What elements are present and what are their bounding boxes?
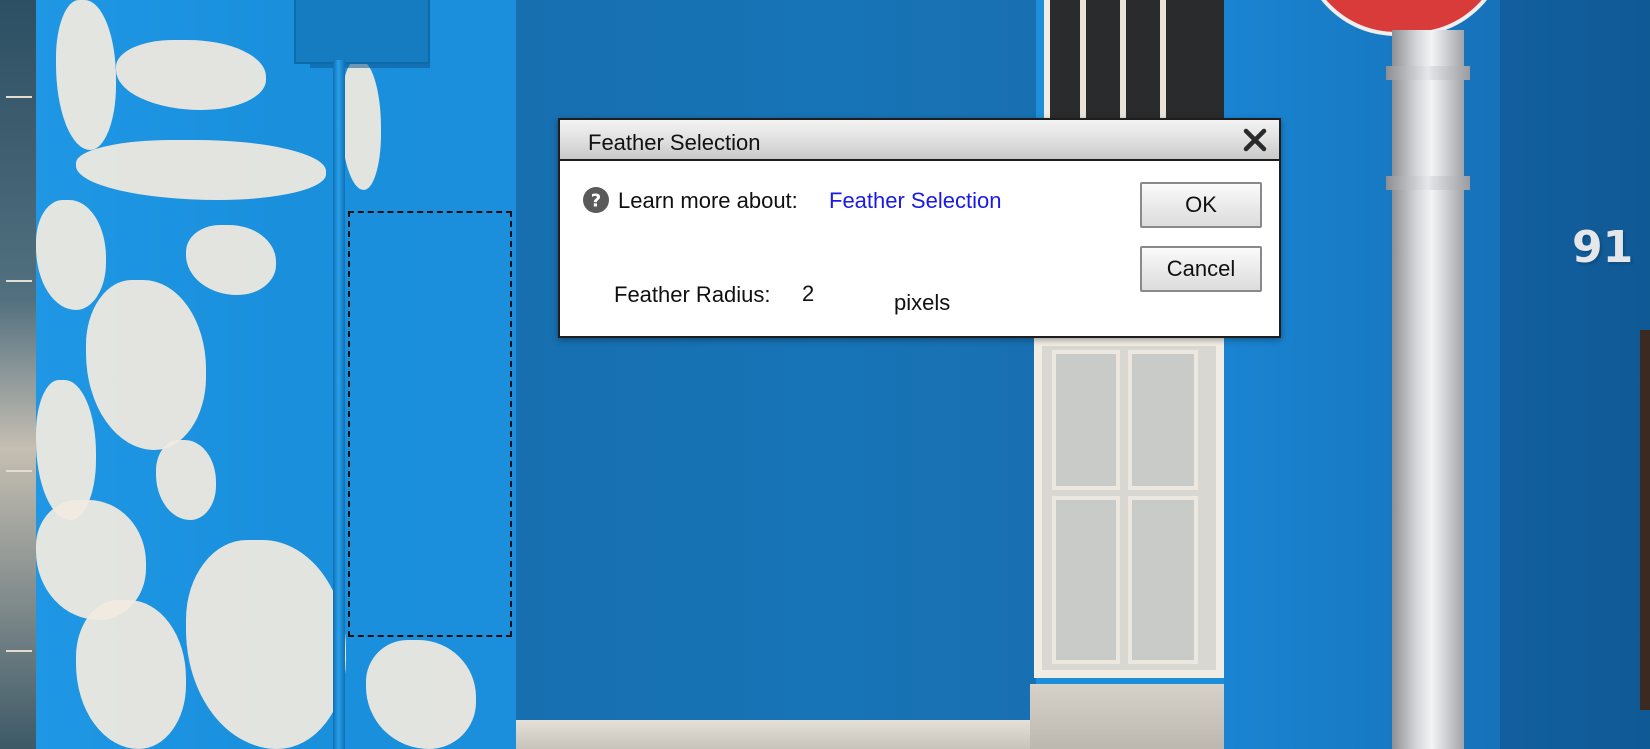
feather-selection-help-link[interactable]: Feather Selection: [829, 188, 1001, 214]
learn-more-label: Learn more about:: [618, 188, 798, 213]
pole-shadow: [1500, 0, 1650, 749]
feather-selection-dialog: Feather Selection ? Learn more about: Fe…: [558, 118, 1281, 338]
cancel-button[interactable]: Cancel: [1140, 246, 1262, 292]
left-window-edge: [0, 0, 36, 749]
feather-radius-unit: pixels: [894, 290, 951, 315]
right-edge-door: [1640, 330, 1650, 710]
dialog-titlebar[interactable]: Feather Selection: [560, 120, 1279, 161]
close-icon[interactable]: [1241, 126, 1269, 154]
drain-pipe: [333, 60, 345, 749]
feather-radius-input[interactable]: [800, 278, 884, 310]
svg-text:?: ?: [591, 191, 601, 212]
selection-marquee[interactable]: [348, 211, 512, 637]
lower-window: [1034, 338, 1224, 678]
upper-window: [1044, 0, 1240, 118]
house-number: 91: [1572, 222, 1634, 273]
sign-pole: [1392, 30, 1464, 749]
ledge: [516, 720, 1036, 749]
photo-canvas[interactable]: 91 Feather Selection ? Learn more about:…: [0, 0, 1650, 749]
question-circle-icon[interactable]: ?: [582, 186, 610, 214]
dialog-title: Feather Selection: [588, 130, 761, 155]
feather-radius-label: Feather Radius:: [614, 282, 771, 307]
pole-clamp: [1386, 176, 1470, 190]
ok-button[interactable]: OK: [1140, 182, 1262, 228]
utility-box: [294, 0, 430, 64]
pole-clamp: [1386, 66, 1470, 80]
middle-wall: [516, 0, 1036, 749]
